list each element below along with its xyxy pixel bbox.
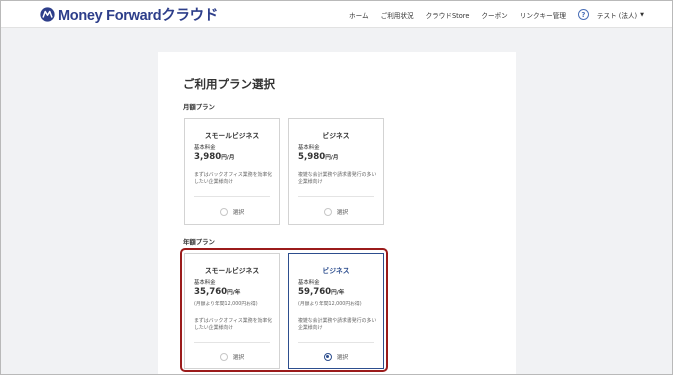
nav-link-key-management[interactable]: リンクキー管理: [520, 10, 566, 20]
annual-plan-small-business[interactable]: スモールビジネス 基本料金 35,760円/年 (月額より年間12,000円お得…: [184, 253, 280, 369]
caret-down-icon: ▼: [640, 11, 644, 18]
divider: [298, 342, 374, 343]
plan-price: 3,980円/月: [194, 152, 235, 162]
header-nav: ホーム ご利用状況 クラウドStore クーポン リンクキー管理 ? テスト (…: [337, 1, 644, 28]
select-label: 選択: [336, 355, 349, 361]
radio-button-checked[interactable]: [323, 352, 332, 361]
user-name: テスト (法人): [596, 11, 638, 20]
nav-usage-status[interactable]: ご利用状況: [381, 10, 414, 20]
select-radio-row[interactable]: 選択: [289, 207, 383, 216]
plan-description: 複雑な会計業務や請求書発行の多い企業様向け: [298, 172, 377, 185]
nav-home[interactable]: ホーム: [349, 10, 369, 20]
select-radio-row[interactable]: 選択: [289, 352, 383, 361]
monthly-plan-small-business[interactable]: スモールビジネス 基本料金 3,980円/月 まずはバックオフィス業務を効率化し…: [184, 118, 280, 225]
help-icon[interactable]: ?: [577, 9, 589, 20]
select-label: 選択: [232, 210, 245, 216]
monthly-plan-label: 月額プラン: [183, 103, 215, 111]
plan-selection-card: ご利用プラン選択 月額プラン スモールビジネス 基本料金 3,980円/月 まず…: [158, 52, 516, 374]
money-forward-logo-icon: [40, 6, 55, 22]
money-forward-logo[interactable]: Money Forwardクラウド: [40, 6, 219, 24]
plan-name: スモールビジネス: [204, 132, 260, 140]
plan-description: 複雑な会計業務や請求書発行の多い企業様向け: [298, 318, 377, 331]
plan-name: ビジネス: [322, 267, 350, 275]
select-radio-row[interactable]: 選択: [185, 352, 279, 361]
annual-discount-note: (月額より年間12,000円お得): [194, 302, 258, 307]
annual-discount-note: (月額より年間12,000円お得): [298, 302, 362, 307]
plan-price: 5,980円/月: [298, 152, 339, 162]
top-navigation-bar: Money Forwardクラウド ホーム ご利用状況 クラウドStore クー…: [1, 1, 672, 28]
plan-price: 35,760円/年: [194, 287, 241, 297]
plan-description: まずはバックオフィス業務を効率化したい企業様向け: [194, 318, 273, 331]
nav-coupon[interactable]: クーポン: [481, 10, 507, 20]
annual-plan-label: 年額プラン: [183, 238, 215, 246]
fee-label: 基本料金: [194, 145, 216, 151]
plan-description: まずはバックオフィス業務を効率化したい企業様向け: [194, 172, 273, 185]
radio-button[interactable]: [219, 207, 228, 216]
fee-label: 基本料金: [194, 280, 216, 286]
select-label: 選択: [232, 355, 245, 361]
divider: [194, 342, 270, 343]
select-label: 選択: [336, 210, 349, 216]
user-menu[interactable]: テスト (法人) ▼: [597, 10, 644, 20]
plan-name: ビジネス: [322, 132, 350, 140]
fee-label: 基本料金: [298, 145, 320, 151]
logo-text: Money Forwardクラウド: [58, 7, 219, 24]
fee-label: 基本料金: [298, 280, 320, 286]
divider: [194, 196, 270, 197]
nav-cloud-store[interactable]: クラウドStore: [426, 10, 470, 20]
page-title: ご利用プラン選択: [183, 77, 275, 91]
plan-name: スモールビジネス: [204, 267, 260, 275]
plan-price: 59,760円/年: [298, 287, 345, 297]
select-radio-row[interactable]: 選択: [185, 207, 279, 216]
divider: [298, 196, 374, 197]
radio-button[interactable]: [219, 352, 228, 361]
annual-plan-business[interactable]: ビジネス 基本料金 59,760円/年 (月額より年間12,000円お得) 複雑…: [288, 253, 384, 369]
monthly-plan-business[interactable]: ビジネス 基本料金 5,980円/月 複雑な会計業務や請求書発行の多い企業様向け…: [288, 118, 384, 225]
browser-frame: Money Forwardクラウド ホーム ご利用状況 クラウドStore クー…: [0, 0, 673, 375]
radio-button[interactable]: [323, 207, 332, 216]
